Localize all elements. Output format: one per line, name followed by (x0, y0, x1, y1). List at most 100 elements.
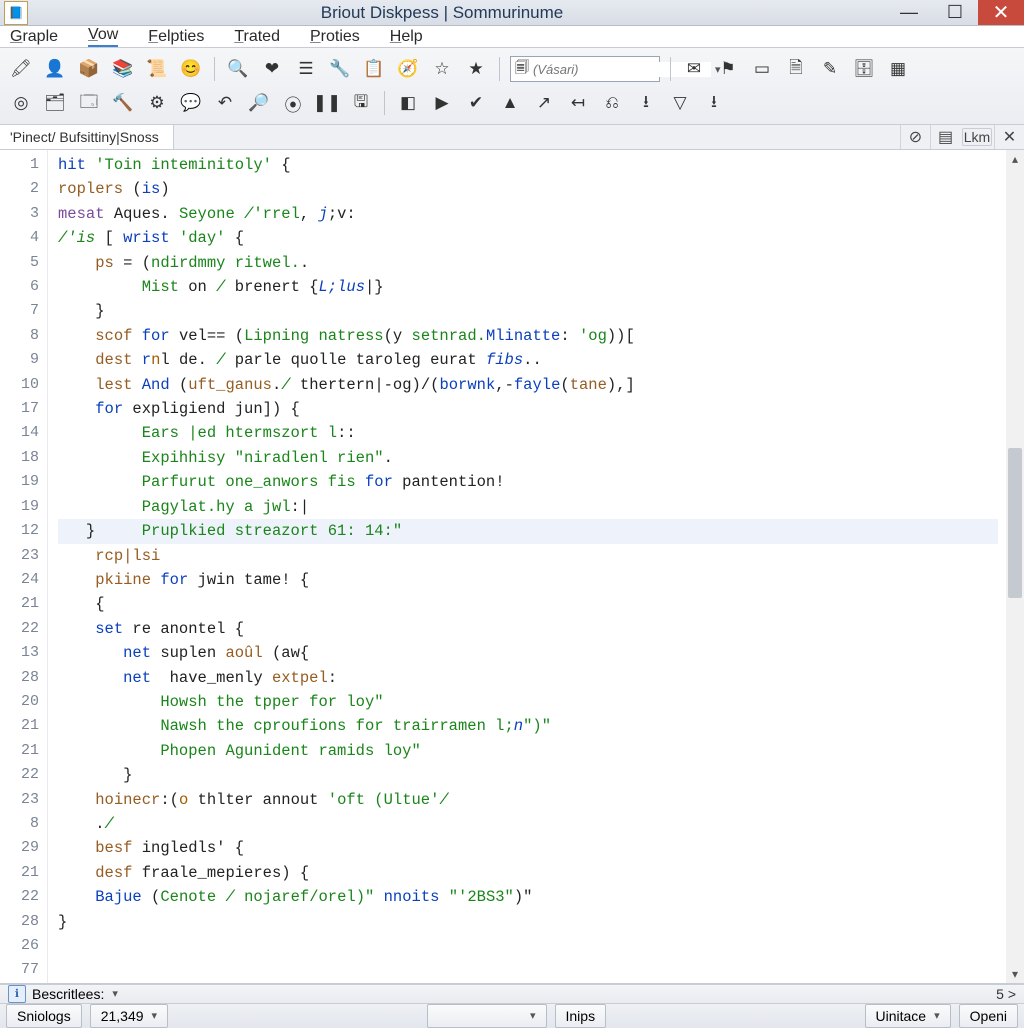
code-line[interactable]: pkiine for jwin tame! { (58, 568, 998, 592)
bars-tab-icon[interactable]: ▤ (930, 125, 960, 149)
file-tab[interactable]: 'Pinect/ Bufsittiny|Snoss (0, 125, 174, 149)
box-icon[interactable]: 📦 (76, 56, 102, 82)
menu-vow[interactable]: Vow (88, 26, 118, 47)
marker-icon[interactable]: 🖍 (8, 56, 34, 82)
code-line[interactable]: mesat Aques. Seyone /'rrel, j;v: (58, 202, 998, 226)
code-line[interactable]: Ears |ed htermszort l:: (58, 421, 998, 445)
note-icon[interactable]: ▭ (749, 56, 775, 82)
star-icon[interactable]: ★ (463, 56, 489, 82)
heart-icon[interactable]: ❤ (259, 56, 285, 82)
code-line[interactable]: } Pruplkied streazort 61: 14:" (58, 519, 998, 543)
hammer-icon[interactable]: 🔨 (110, 90, 136, 116)
code-line[interactable]: scof for vel== (Lipning natress(y setnra… (58, 324, 998, 348)
play-icon[interactable]: ▶ (429, 90, 455, 116)
code-line[interactable]: besf ingledls' { (58, 836, 998, 860)
code-line[interactable]: net suplen aoûl (aw{ (58, 641, 998, 665)
panel-icon[interactable]: ◧ (395, 90, 421, 116)
code-line[interactable]: Expihhisy "niradlenl rien". (58, 446, 998, 470)
minimize-button[interactable]: — (886, 0, 932, 25)
status-number[interactable]: 21,349▾ (90, 1004, 168, 1028)
grid-icon[interactable]: ▦ (885, 56, 911, 82)
import-icon[interactable]: ⭳ (701, 90, 727, 116)
code-line[interactable]: ps = (ndirdmmy ritwel.. (58, 251, 998, 275)
close-button[interactable]: ✕ (978, 0, 1024, 25)
code-line[interactable]: Parfurut one_anwors fis for pantention! (58, 470, 998, 494)
user-icon[interactable]: 👤 (42, 56, 68, 82)
maximize-button[interactable]: ☐ (932, 0, 978, 25)
pause-icon[interactable]: ❚❚ (314, 90, 340, 116)
record-icon[interactable]: ⦿ (280, 90, 306, 116)
code-line[interactable]: dest rnl de. / parle quolle taroleg eura… (58, 348, 998, 372)
code-line[interactable]: } (58, 910, 998, 934)
menu-trated[interactable]: Trated (234, 28, 280, 46)
zoom-icon[interactable]: 🔍 (225, 56, 251, 82)
target-tab-icon[interactable]: ⊘ (900, 125, 930, 149)
undo-icon[interactable]: ↶ (212, 90, 238, 116)
scroll-down-arrow[interactable]: ▾ (1006, 965, 1024, 983)
search-box[interactable]: 🗐▾ (510, 56, 660, 82)
tab-lkm-button[interactable]: Lkm (962, 128, 992, 146)
code-line[interactable]: net have_menly extpel: (58, 666, 998, 690)
filter-icon[interactable]: ▽ (667, 90, 693, 116)
compass-icon[interactable]: 🧭 (395, 56, 421, 82)
paste-icon[interactable]: 📋 (361, 56, 387, 82)
books-icon[interactable]: 📚 (110, 56, 136, 82)
scroll-thumb[interactable] (1008, 448, 1022, 598)
wrench-icon[interactable]: 🔧 (327, 56, 353, 82)
code-line[interactable]: { (58, 592, 998, 616)
code-line[interactable]: Phopen Agunident ramids loy" (58, 739, 998, 763)
document-icon[interactable]: 🗎 (783, 56, 809, 82)
code-line[interactable]: } (58, 763, 998, 787)
code-line[interactable]: lest And (uft_ganus./ thertern|-og)/(bor… (58, 373, 998, 397)
code-editor[interactable]: hit 'Toin inteminitoly' {roplers (is)mes… (48, 150, 1006, 983)
code-line[interactable]: Mist on / brenert {L;lus|} (58, 275, 998, 299)
target-icon[interactable]: ◎ (8, 90, 34, 116)
code-line[interactable]: Howsh the tpper for loy" (58, 690, 998, 714)
chat-icon[interactable]: 💬 (178, 90, 204, 116)
code-line[interactable]: roplers (is) (58, 177, 998, 201)
scroll-icon[interactable]: 📜 (144, 56, 170, 82)
pencil-icon[interactable]: ✎ (817, 56, 843, 82)
status-blank-dropdown[interactable]: ▾ (427, 1004, 547, 1028)
save-icon[interactable]: 🖫 (348, 90, 374, 116)
code-line[interactable]: ./ (58, 812, 998, 836)
list-icon[interactable]: ☰ (293, 56, 319, 82)
stamp-icon[interactable]: 🗄 (851, 56, 877, 82)
code-line[interactable]: set re anontel { (58, 617, 998, 641)
vertical-scrollbar[interactable]: ▴ ▾ (1006, 150, 1024, 983)
code-line[interactable]: Nawsh the cproufions for trairramen l;n"… (58, 714, 998, 738)
find-icon[interactable]: 🔎 (246, 90, 272, 116)
status-inips[interactable]: Inips (555, 1004, 607, 1028)
check-icon[interactable]: ✔ (463, 90, 489, 116)
gear-icon[interactable]: ⚙ (144, 90, 170, 116)
code-line[interactable]: hoinecr:(o thlter annout 'oft (Ultue'/ (58, 788, 998, 812)
close-tab-button[interactable]: ✕ (994, 125, 1024, 149)
up-icon[interactable]: ▲ (497, 90, 523, 116)
menu-proties[interactable]: Proties (310, 28, 360, 46)
menu-help[interactable]: Help (390, 28, 423, 46)
download-icon[interactable]: ⭳ (633, 90, 659, 116)
menu-graple[interactable]: Graple (10, 28, 58, 46)
share-icon[interactable]: ↗ (531, 90, 557, 116)
code-line[interactable]: } (58, 299, 998, 323)
code-line[interactable]: /'is [ wrist 'day' { (58, 226, 998, 250)
status-sniologs[interactable]: Sniologs (6, 1004, 82, 1028)
star-outline-icon[interactable]: ☆ (429, 56, 455, 82)
status-uinitace[interactable]: Uinitace▾ (865, 1004, 951, 1028)
menu-felpties[interactable]: Felpties (148, 28, 204, 46)
code-line[interactable]: hit 'Toin inteminitoly' { (58, 153, 998, 177)
footer-badge-icon[interactable]: ℹ (8, 985, 26, 1003)
status-openi[interactable]: Openi (959, 1004, 1018, 1028)
code-line[interactable]: Bajue (Cenote / nojaref/orel)" nnoits "'… (58, 885, 998, 909)
scroll-track[interactable] (1006, 168, 1024, 965)
link-icon[interactable]: ⎌ (599, 90, 625, 116)
mail-icon[interactable]: ✉ (681, 56, 707, 82)
code-line[interactable]: rcp|lsi (58, 544, 998, 568)
face-icon[interactable]: 😊 (178, 56, 204, 82)
code-line[interactable]: desf fraale_mepieres) { (58, 861, 998, 885)
flag-icon[interactable]: ⚑ (715, 56, 741, 82)
stack-icon[interactable]: 🗂 (42, 90, 68, 116)
code-line[interactable]: Pagylat.hy a jwl:| (58, 495, 998, 519)
back-icon[interactable]: ↤ (565, 90, 591, 116)
code-line[interactable]: for expligiend jun]) { (58, 397, 998, 421)
